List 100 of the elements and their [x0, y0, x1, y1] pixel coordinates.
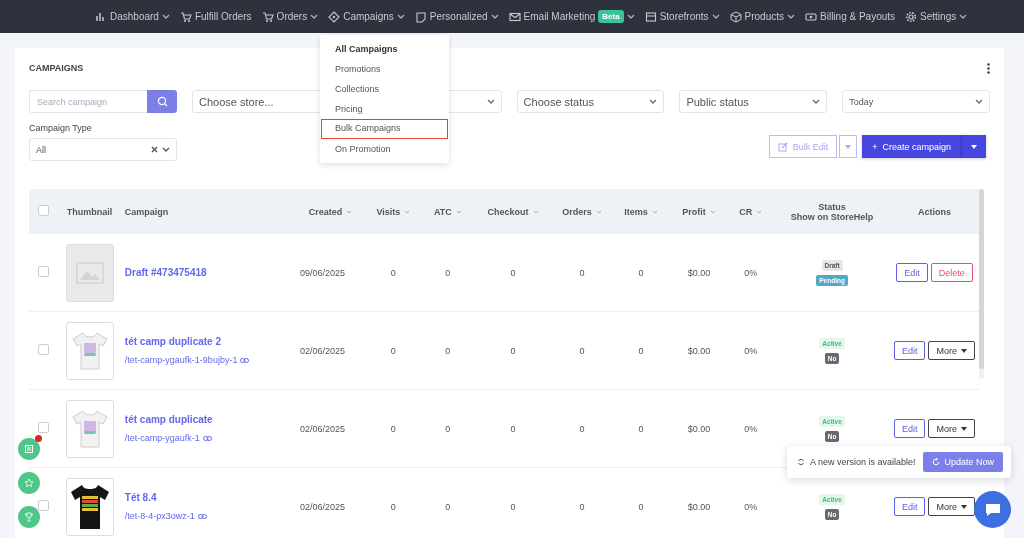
edit-button[interactable]: Edit: [893, 341, 926, 360]
table-cell: 0: [638, 423, 644, 434]
table-cell: 0: [510, 345, 516, 356]
more-button[interactable]: More: [928, 419, 975, 438]
column-header: Status: [817, 201, 847, 212]
edit-button[interactable]: Edit: [896, 263, 928, 282]
column-header: Campaign: [124, 206, 169, 217]
sort-icon[interactable]: [651, 209, 658, 214]
column-header[interactable]: Created: [308, 206, 343, 217]
table-cell: 0: [579, 423, 585, 434]
nav-item[interactable]: Fulfill Orders: [174, 0, 257, 33]
campaign-link[interactable]: Tét 8.4: [124, 492, 292, 503]
row-checkbox[interactable]: [38, 344, 50, 355]
table-cell: 0: [445, 501, 451, 512]
nav-item[interactable]: Email Marketing Beta: [503, 0, 640, 33]
edit-icon: [777, 141, 788, 152]
caret-down-icon: [960, 426, 967, 431]
menu-item[interactable]: Pricing: [321, 99, 448, 119]
select-field[interactable]: Choose status: [516, 90, 665, 113]
nav-item[interactable]: Products: [724, 0, 800, 33]
campaign-link[interactable]: tét camp duplicate: [124, 414, 292, 425]
table-cell: $0.00: [687, 345, 711, 356]
select-field[interactable]: Public status: [679, 90, 828, 113]
dropdown-toggle[interactable]: [961, 135, 986, 158]
sort-icon[interactable]: [532, 209, 539, 214]
column-header[interactable]: ATC: [433, 206, 452, 217]
store-icon: [644, 10, 657, 23]
menu-item[interactable]: All Campaigns: [321, 39, 448, 59]
sort-icon[interactable]: [455, 209, 462, 214]
table-cell: 0%: [744, 423, 758, 434]
table-cell: 0: [579, 501, 585, 512]
star-icon: [24, 478, 34, 488]
edit-button[interactable]: Edit: [893, 419, 926, 438]
column-header[interactable]: Checkout: [487, 206, 529, 217]
table-cell: 09/06/2025: [299, 267, 345, 278]
tshirt-drawing: [70, 408, 109, 449]
select-all-checkbox[interactable]: [38, 205, 50, 216]
gear-icon: [905, 10, 918, 23]
campaign-url-link[interactable]: /tet-8-4-px3owz-1: [124, 511, 207, 521]
nav-item[interactable]: Billing & Payouts: [800, 0, 901, 33]
table-cell: 0: [445, 345, 451, 356]
trophy-icon: [24, 512, 34, 522]
menu-item[interactable]: Bulk Campaigns: [321, 119, 448, 139]
clear-icon[interactable]: [151, 146, 158, 153]
row-checkbox[interactable]: [38, 500, 50, 511]
more-button[interactable]: More: [928, 341, 975, 360]
chevron-down-icon: [812, 99, 821, 104]
table-cell: 0: [510, 423, 516, 434]
menu-item[interactable]: Promotions: [321, 59, 448, 79]
cart-icon: [261, 10, 274, 23]
menu-item[interactable]: On Promotion: [321, 139, 448, 159]
sort-icon[interactable]: [346, 209, 353, 214]
search-field[interactable]: Search campaign: [29, 90, 147, 113]
refresh-icon: [797, 458, 805, 466]
field-label: Campaign Type: [29, 123, 93, 133]
more-button[interactable]: More: [928, 497, 975, 516]
menu-item[interactable]: Collections: [321, 79, 448, 99]
edit-button[interactable]: Edit: [893, 497, 926, 516]
select-field[interactable]: Today: [842, 90, 990, 113]
column-header[interactable]: Visits: [376, 206, 401, 217]
campaign-link[interactable]: tét camp duplicate 2: [124, 336, 292, 347]
dropdown-toggle[interactable]: [839, 135, 858, 158]
create-campaign-button[interactable]: + Create campaign: [862, 135, 961, 158]
table-cell: 0: [638, 267, 644, 278]
table-cell: $0.00: [687, 501, 711, 512]
nav-item[interactable]: Dashboard: [90, 0, 175, 33]
sort-icon[interactable]: [404, 209, 411, 214]
nav-item[interactable]: Personalized: [409, 0, 504, 33]
section-title: CAMPAIGNS: [29, 63, 84, 73]
caret-down-icon: [960, 348, 967, 353]
column-header[interactable]: CR: [739, 206, 753, 217]
campaign-url-link[interactable]: /tet-camp-ygaufk-1: [124, 433, 212, 443]
column-header: Show on StoreHelp: [790, 211, 874, 222]
note-icon: [24, 444, 34, 454]
nav-item[interactable]: Orders: [256, 0, 324, 33]
column-header: Thumbnail: [66, 206, 113, 217]
toast-message: A new version is available!: [810, 457, 916, 467]
row-checkbox[interactable]: [38, 422, 50, 433]
table-cell: 0: [579, 345, 585, 356]
select-field[interactable]: All: [29, 138, 177, 161]
tshirt-drawing: [70, 330, 109, 371]
campaign-link[interactable]: Draft #473475418: [124, 267, 292, 278]
nav-item[interactable]: Storefronts: [639, 0, 725, 33]
column-header[interactable]: Profit: [682, 206, 706, 217]
nav-item[interactable]: Settings: [900, 0, 973, 33]
nav-item[interactable]: Campaigns: [323, 0, 410, 33]
card-icon: [805, 10, 817, 23]
table-cell: 02/06/2025: [299, 423, 345, 434]
campaign-url-link[interactable]: /tet-camp-ygaufk-1-9bujby-1: [124, 355, 250, 365]
sort-icon[interactable]: [756, 209, 763, 214]
bar-chart-icon: [95, 10, 107, 23]
row-checkbox[interactable]: [38, 266, 50, 277]
more-options-icon[interactable]: [987, 62, 990, 74]
delete-button[interactable]: Delete: [930, 263, 973, 282]
sort-icon[interactable]: [595, 209, 602, 214]
column-header[interactable]: Orders: [562, 206, 592, 217]
column-header[interactable]: Items: [624, 206, 648, 217]
sort-icon[interactable]: [709, 209, 716, 214]
search-icon: [156, 96, 168, 107]
search-button[interactable]: [147, 90, 177, 113]
